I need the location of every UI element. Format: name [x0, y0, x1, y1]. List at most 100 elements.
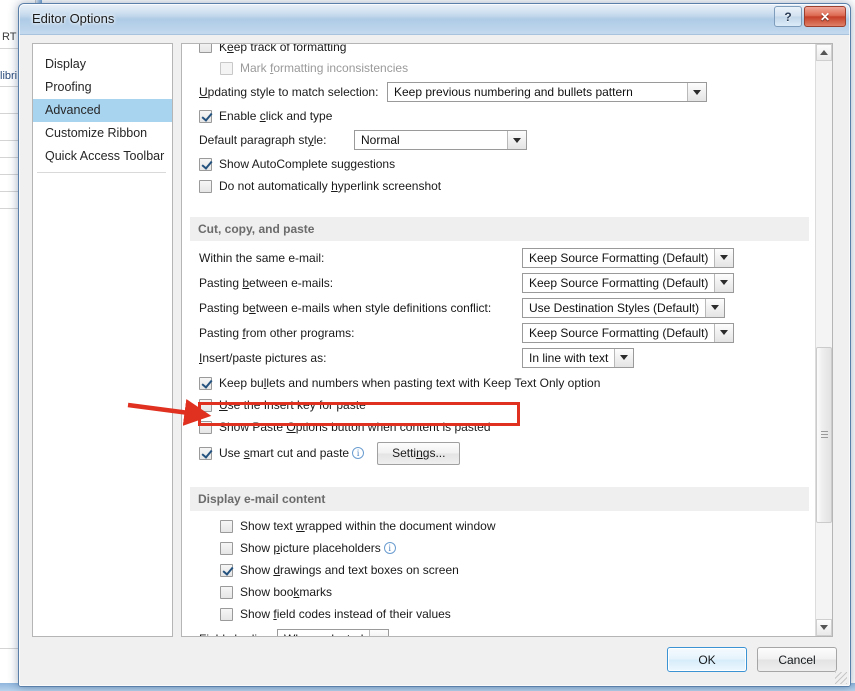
chevron-down-icon[interactable] — [705, 298, 725, 317]
sidebar-item-quick-access-toolbar[interactable]: Quick Access Toolbar — [33, 145, 172, 168]
label-show-picture-placeholders: Show picture placeholders — [240, 541, 381, 555]
resize-grip[interactable] — [835, 672, 847, 684]
scroll-up-button[interactable] — [816, 44, 832, 61]
help-button[interactable]: ? — [774, 6, 802, 27]
option-updating-style: Updating style to match selection: Keep … — [182, 79, 815, 105]
combo-updating-style-holder: Keep previous numbering and bullets patt… — [387, 82, 707, 102]
combo-pasting-other-programs[interactable]: Keep Source Formatting (Default) — [522, 322, 735, 343]
combo-pasting-between-emails-holder: Keep Source Formatting (Default) — [522, 272, 735, 293]
checkbox-use-insert-key-for-paste[interactable] — [199, 398, 212, 412]
label-keep-track-of-formatting: Keep track of formatting — [219, 44, 347, 54]
combo-pasting-between-emails-value: Keep Source Formatting (Default) — [529, 275, 709, 290]
dialog-titlebar: Editor Options ? ✕ — [19, 4, 850, 35]
section-header-display-email-content: Display e-mail content — [190, 487, 809, 511]
combo-pasting-style-conflict[interactable]: Use Destination Styles (Default) — [522, 297, 726, 318]
option-show-picture-placeholders[interactable]: Show picture placeholders i — [182, 537, 815, 559]
combo-insert-paste-pictures-value: In line with text — [529, 350, 609, 365]
option-keep-track-of-formatting[interactable]: Keep track of formatting — [182, 44, 815, 57]
checkbox-enable-click-and-type[interactable] — [199, 109, 212, 123]
smart-cut-paste-settings-button[interactable]: Setti n gs... — [377, 441, 461, 465]
sidebar-item-customize-ribbon[interactable]: Customize Ribbon — [33, 122, 172, 145]
option-keep-bullets-and-numbers[interactable]: Keep bullets and numbers when pasting te… — [182, 372, 815, 394]
label-default-paragraph-style: Default paragraph style: — [199, 133, 327, 147]
combo-pasting-other-programs-value: Keep Source Formatting (Default) — [529, 325, 709, 340]
option-use-insert-key-for-paste[interactable]: Use the Insert key for paste — [182, 394, 815, 416]
checkbox-show-field-codes[interactable] — [220, 607, 233, 621]
info-icon[interactable]: i — [383, 542, 396, 554]
content-inner: Keep track of formatting Mark formatting… — [182, 44, 815, 636]
checkbox-show-paste-options-button[interactable] — [199, 420, 212, 434]
background-text-0: RT — [2, 31, 17, 43]
info-icon[interactable]: i — [352, 447, 365, 459]
dialog-footer: OK Cancel — [19, 638, 850, 686]
option-pasting-between-emails: Pasting between e-mails: Keep Source For… — [182, 270, 815, 295]
combo-pasting-style-conflict-value: Use Destination Styles (Default) — [529, 300, 700, 315]
dialog-title: Editor Options — [32, 11, 115, 26]
option-show-paste-options-button[interactable]: Show Paste Options button when content i… — [182, 416, 815, 438]
checkbox-do-not-hyperlink-screenshot[interactable] — [199, 179, 212, 193]
checkbox-show-text-wrapped[interactable] — [220, 519, 233, 533]
combo-pasting-between-emails[interactable]: Keep Source Formatting (Default) — [522, 272, 735, 293]
checkbox-keep-bullets-and-numbers[interactable] — [199, 376, 212, 390]
combo-pasting-other-programs-holder: Keep Source Formatting (Default) — [522, 322, 735, 343]
combo-default-paragraph-style[interactable]: Normal — [354, 130, 527, 150]
scrollbar-thumb[interactable] — [816, 347, 832, 523]
combo-within-same-email-value: Keep Source Formatting (Default) — [529, 250, 709, 265]
label-pasting-other-programs: Pasting from other programs: — [199, 325, 355, 340]
checkbox-show-autocomplete[interactable] — [199, 157, 212, 171]
label-use-smart-cut-and-paste: Use smart cut and paste — [219, 446, 350, 460]
close-button[interactable]: ✕ — [804, 6, 846, 27]
chevron-down-icon[interactable] — [714, 323, 734, 342]
sidebar-item-proofing[interactable]: Proofing — [33, 76, 172, 99]
combo-default-paragraph-style-holder: Normal — [354, 130, 527, 150]
label-within-same-email: Within the same e-mail: — [199, 250, 325, 265]
chevron-down-icon[interactable] — [687, 83, 706, 101]
chevron-down-icon[interactable] — [507, 131, 526, 149]
cancel-button-label: Cancel — [778, 652, 816, 667]
checkbox-show-picture-placeholders[interactable] — [220, 541, 233, 555]
chevron-down-icon[interactable] — [714, 273, 734, 292]
sidebar-item-display[interactable]: Display — [33, 53, 172, 76]
cancel-button[interactable]: Cancel — [757, 647, 837, 672]
sidebar-item-advanced[interactable]: Advanced — [33, 99, 172, 122]
combo-within-same-email-holder: Keep Source Formatting (Default) — [522, 247, 735, 268]
content-scroll-viewport: Keep track of formatting Mark formatting… — [182, 44, 815, 636]
checkbox-show-bookmarks[interactable] — [220, 585, 233, 599]
option-show-field-codes[interactable]: Show field codes instead of their values — [182, 603, 815, 625]
combo-pasting-style-conflict-holder: Use Destination Styles (Default) — [522, 297, 726, 318]
combo-updating-style-value: Keep previous numbering and bullets patt… — [394, 85, 633, 99]
option-do-not-hyperlink-screenshot[interactable]: Do not automatically hyperlink screensho… — [182, 175, 815, 197]
combo-insert-paste-pictures[interactable]: In line with text — [522, 347, 635, 368]
label-enable-click-and-type: Enable click and type — [219, 109, 333, 123]
ok-button-label: OK — [698, 652, 716, 667]
scroll-down-button[interactable] — [816, 619, 832, 636]
options-content-pane: Keep track of formatting Mark formatting… — [181, 43, 833, 637]
checkbox-show-drawings-and-text-boxes[interactable] — [220, 563, 233, 577]
chevron-down-icon[interactable] — [714, 248, 734, 267]
combo-field-shading[interactable]: When selected — [277, 628, 390, 636]
label-pasting-between-emails: Pasting between e-mails: — [199, 275, 334, 290]
option-enable-click-and-type[interactable]: Enable click and type — [182, 105, 815, 127]
label-show-paste-options-button: Show Paste Options button when content i… — [219, 420, 491, 434]
option-show-autocomplete[interactable]: Show AutoComplete suggestions — [182, 153, 815, 175]
chevron-down-icon[interactable] — [614, 348, 634, 367]
combo-updating-style[interactable]: Keep previous numbering and bullets patt… — [387, 82, 707, 102]
close-x-icon: ✕ — [819, 9, 831, 24]
checkbox-use-smart-cut-and-paste[interactable] — [199, 446, 212, 460]
checkbox-keep-track-of-formatting[interactable] — [199, 44, 212, 53]
content-vertical-scrollbar[interactable] — [815, 44, 832, 636]
option-show-text-wrapped[interactable]: Show text wrapped within the document wi… — [182, 515, 815, 537]
option-show-drawings-and-text-boxes[interactable]: Show drawings and text boxes on screen — [182, 559, 815, 581]
option-show-bookmarks[interactable]: Show bookmarks — [182, 581, 815, 603]
background-text-1: libri — [0, 70, 18, 82]
dialog-body: Display Proofing Advanced Customize Ribbon Q… — [19, 35, 850, 686]
label-show-text-wrapped: Show text wrapped within the document wi… — [240, 519, 496, 533]
ok-button[interactable]: OK — [667, 647, 747, 672]
combo-within-same-email[interactable]: Keep Source Formatting (Default) — [522, 247, 735, 268]
option-use-smart-cut-and-paste[interactable]: Use smart cut and paste i Setti n gs... — [182, 438, 815, 468]
option-pasting-other-programs: Pasting from other programs: Keep Source… — [182, 320, 815, 345]
label-keep-bullets-and-numbers: Keep bullets and numbers when pasting te… — [219, 376, 601, 390]
section-header-cut-copy-paste: Cut, copy, and paste — [190, 217, 809, 241]
chevron-down-icon[interactable] — [369, 629, 389, 636]
option-field-shading: Field shading: When selected — [182, 625, 815, 636]
